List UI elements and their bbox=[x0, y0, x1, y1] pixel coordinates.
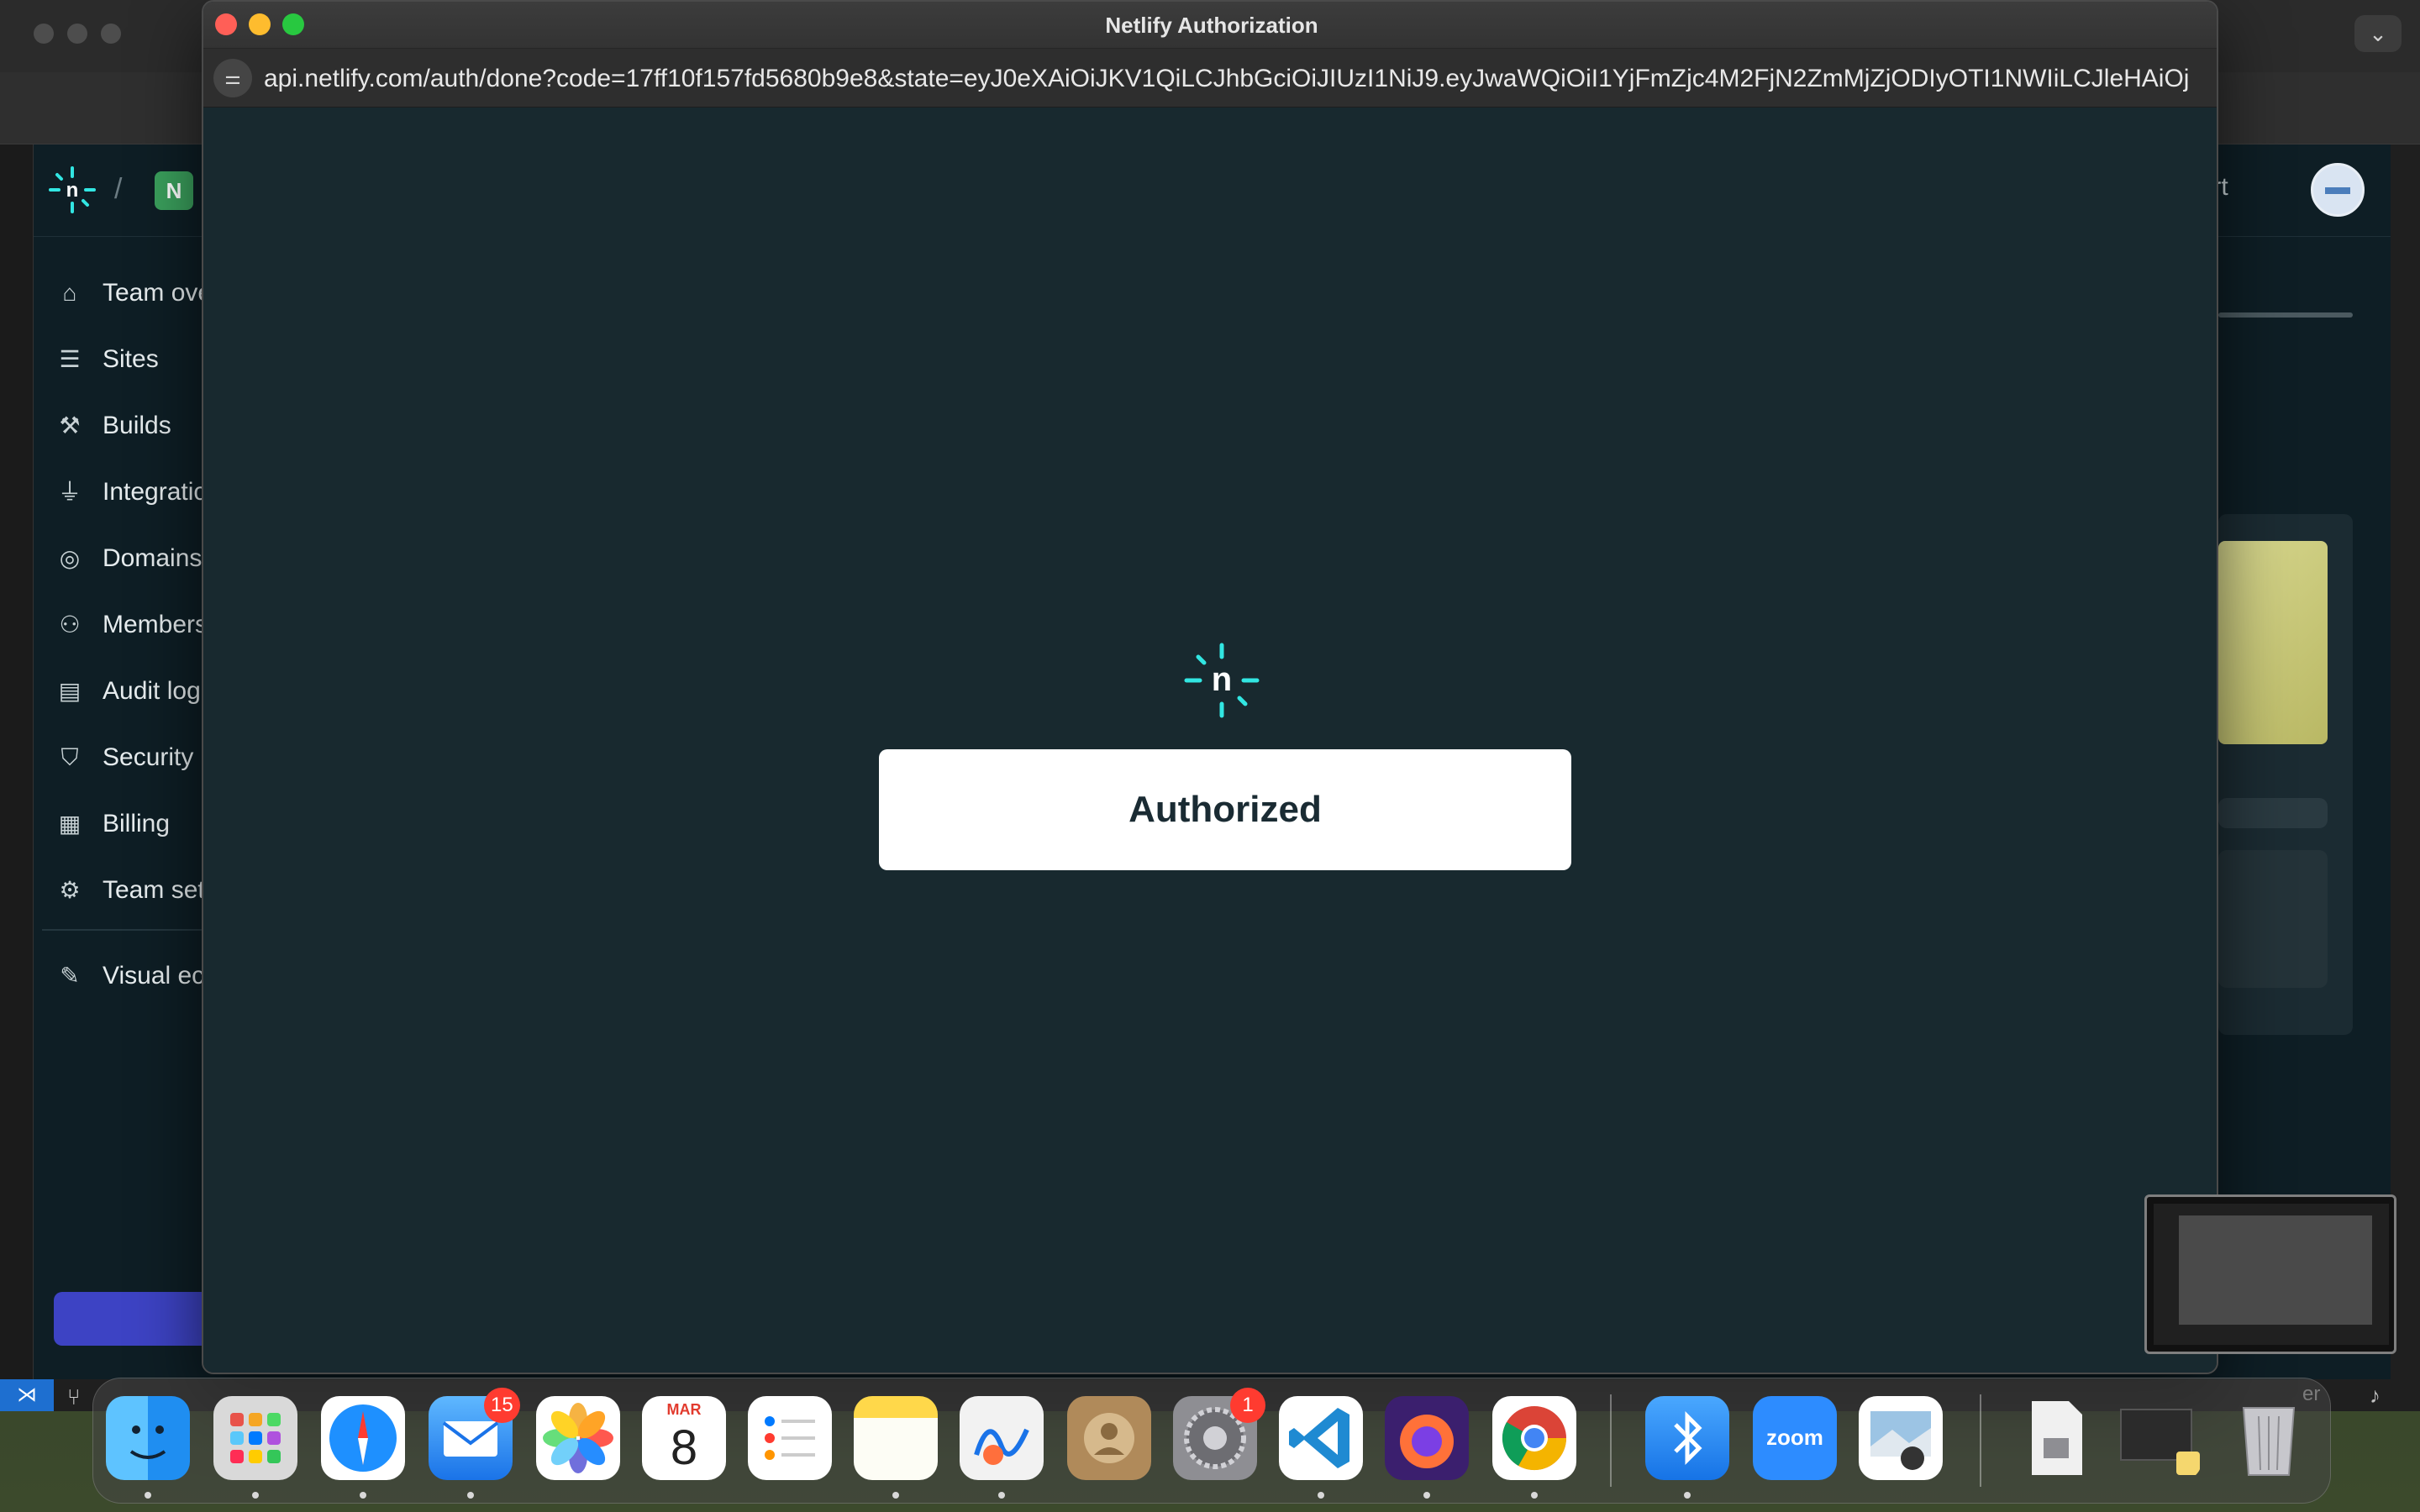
remote-connection-icon[interactable]: ⋊ bbox=[0, 1379, 54, 1411]
popup-address-bar: ⚌ api.netlify.com/auth/done?code=17ff10f… bbox=[203, 49, 2217, 108]
nav-divider bbox=[42, 929, 227, 931]
screenshot-thumbnail[interactable] bbox=[2144, 1194, 2396, 1354]
running-indicator bbox=[1531, 1492, 1538, 1499]
hammer-icon: ⚒ bbox=[59, 412, 81, 438]
safari-icon[interactable] bbox=[321, 1396, 405, 1480]
notes-icon[interactable] bbox=[854, 1396, 938, 1480]
contacts-icon[interactable] bbox=[1067, 1396, 1151, 1480]
nav-label: Builds bbox=[103, 412, 171, 439]
screenshots-folder-icon[interactable] bbox=[2118, 1396, 2202, 1480]
promo-illustration bbox=[2218, 541, 2328, 744]
chrome-icon[interactable] bbox=[1492, 1396, 1576, 1480]
firefox-icon[interactable] bbox=[1385, 1396, 1469, 1480]
zoom-icon[interactable]: zoom bbox=[1753, 1396, 1837, 1480]
document-icon[interactable] bbox=[2013, 1396, 2097, 1480]
shield-icon: ⛉ bbox=[60, 744, 79, 770]
finder-icon[interactable] bbox=[106, 1396, 190, 1480]
preview-icon[interactable] bbox=[1859, 1396, 1943, 1480]
maximize-window-button[interactable] bbox=[101, 24, 121, 44]
nav-label: Domains bbox=[103, 544, 203, 572]
nav-label: Integratic bbox=[103, 478, 207, 506]
running-indicator bbox=[1423, 1492, 1430, 1499]
git-branch-icon[interactable]: ⑂ bbox=[67, 1384, 81, 1410]
sites-icon: ☰ bbox=[59, 346, 81, 372]
running-indicator bbox=[1684, 1492, 1691, 1499]
nav-label: Visual ec bbox=[103, 962, 205, 990]
svg-text:n: n bbox=[66, 179, 79, 202]
authorized-message: Authorized bbox=[1128, 789, 1322, 830]
nav-label: Billing bbox=[103, 810, 171, 837]
launchpad-icon[interactable] bbox=[213, 1396, 297, 1480]
zoom-label: zoom bbox=[1766, 1425, 1823, 1450]
nav-label: Team ove bbox=[103, 279, 213, 307]
globe-icon: ◎ bbox=[59, 545, 81, 571]
running-indicator bbox=[998, 1492, 1005, 1499]
nav-label: Team set bbox=[103, 876, 205, 904]
netlify-logo-icon: n bbox=[1184, 643, 1260, 718]
calendar-icon[interactable]: MAR 8 bbox=[642, 1396, 726, 1480]
calendar-month: MAR bbox=[666, 1401, 702, 1418]
mail-unread-badge: 15 bbox=[484, 1388, 520, 1423]
calendar-day: 8 bbox=[670, 1420, 698, 1475]
audit-log-icon: ▤ bbox=[58, 678, 82, 704]
running-indicator bbox=[467, 1492, 474, 1499]
trash-icon[interactable] bbox=[2227, 1396, 2311, 1480]
popup-title: Netlify Authorization bbox=[1105, 13, 1318, 38]
close-window-button[interactable] bbox=[34, 24, 54, 44]
vscode-icon[interactable] bbox=[1279, 1396, 1363, 1480]
plug-icon: ⏚ bbox=[57, 479, 82, 505]
nav-label: Members bbox=[103, 611, 208, 638]
placeholder-box bbox=[2218, 850, 2328, 988]
dock-separator bbox=[1980, 1394, 1981, 1487]
nav-label: Security bbox=[103, 743, 194, 771]
thumbnail-preview bbox=[2154, 1204, 2389, 1345]
gear-icon: ⚙ bbox=[59, 877, 81, 903]
settings-update-badge: 1 bbox=[1230, 1388, 1265, 1423]
site-settings-icon[interactable]: ⚌ bbox=[213, 59, 252, 97]
running-indicator bbox=[360, 1492, 366, 1499]
running-indicator bbox=[145, 1492, 151, 1499]
progress-track bbox=[2218, 312, 2353, 318]
netlify-logo-icon[interactable]: n bbox=[47, 165, 97, 215]
billing-icon: ▦ bbox=[58, 811, 82, 837]
popup-titlebar: Netlify Authorization bbox=[203, 2, 2217, 49]
svg-text:n: n bbox=[1212, 661, 1232, 698]
nav-label: Sites bbox=[103, 345, 159, 373]
vscode-activity-bar bbox=[0, 144, 34, 1379]
user-avatar[interactable] bbox=[2311, 163, 2365, 217]
bluetooth-icon[interactable] bbox=[1645, 1396, 1729, 1480]
breadcrumb-separator: / bbox=[114, 173, 123, 205]
bell-icon[interactable]: ♪ bbox=[2370, 1383, 2381, 1409]
tab-search-button[interactable]: ⌄ bbox=[2354, 15, 2402, 52]
minimize-window-button[interactable] bbox=[67, 24, 87, 44]
popup-url[interactable]: api.netlify.com/auth/done?code=17ff10f15… bbox=[264, 64, 2188, 94]
thumbnail-screen bbox=[2179, 1215, 2372, 1325]
placeholder-pill bbox=[2218, 798, 2328, 828]
nav-label: Audit log bbox=[103, 677, 201, 705]
running-indicator bbox=[892, 1492, 899, 1499]
dock-separator bbox=[1610, 1394, 1612, 1487]
freeform-icon[interactable] bbox=[960, 1396, 1044, 1480]
netlify-authorization-popup: Netlify Authorization ⚌ api.netlify.com/… bbox=[202, 0, 2218, 1374]
reminders-icon[interactable] bbox=[748, 1396, 832, 1480]
members-icon: ⚇ bbox=[59, 612, 81, 638]
popup-content: n Authorized bbox=[203, 108, 2217, 1373]
home-icon: ⌂ bbox=[62, 280, 77, 306]
running-indicator bbox=[1318, 1492, 1324, 1499]
running-indicator bbox=[252, 1492, 259, 1499]
photos-icon[interactable] bbox=[536, 1396, 620, 1480]
authorized-card: Authorized bbox=[879, 749, 1571, 870]
team-badge[interactable]: N bbox=[155, 171, 193, 210]
pencil-icon: ✎ bbox=[60, 963, 80, 989]
